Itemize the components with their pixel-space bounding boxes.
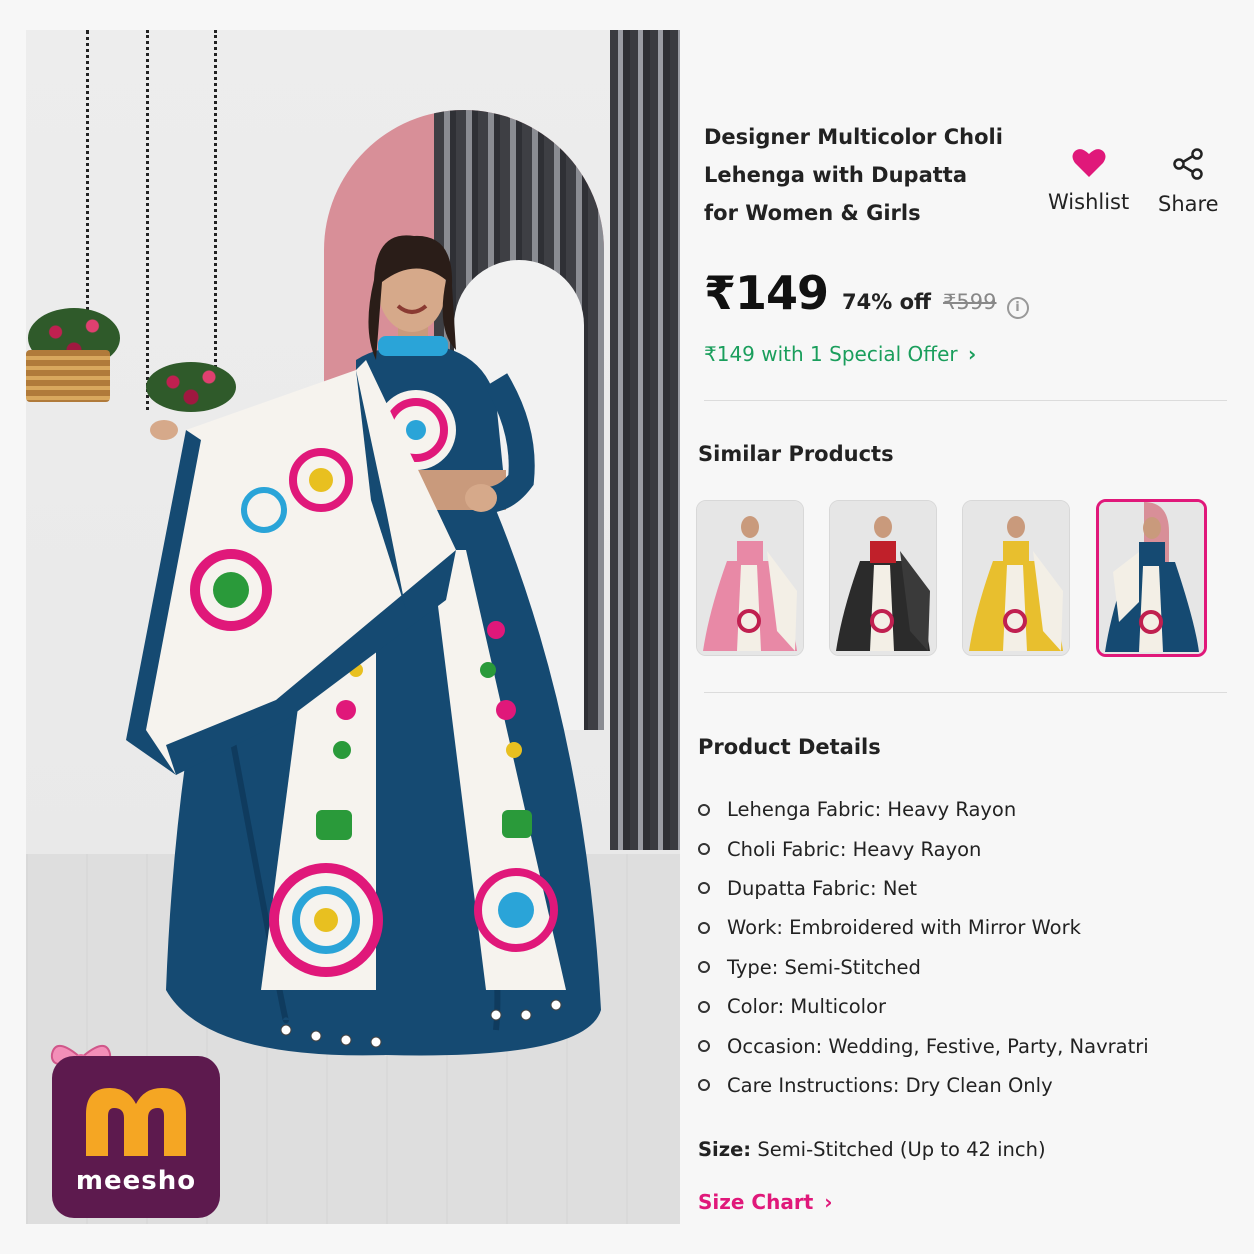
detail-text: Occasion: Wedding, Festive, Party, Navra… bbox=[727, 1034, 1149, 1058]
bullet-icon bbox=[698, 1040, 710, 1053]
bullet-icon bbox=[698, 1000, 710, 1013]
detail-text: Care Instructions: Dry Clean Only bbox=[727, 1073, 1053, 1097]
model-lehenga-illustration bbox=[126, 235, 601, 1056]
price-row: ₹149 74% off ₹599 i bbox=[704, 266, 1029, 320]
product-title: Designer Multicolor Choli Lehenga with D… bbox=[704, 118, 1004, 232]
share-label: Share bbox=[1158, 192, 1219, 216]
bullet-icon bbox=[698, 921, 710, 934]
brand-name: meesho bbox=[75, 1166, 197, 1196]
similar-product-thumb-blue-selected[interactable] bbox=[1096, 499, 1207, 657]
offer-text: ₹149 with 1 Special Offer bbox=[704, 342, 958, 366]
selling-price: ₹149 bbox=[704, 266, 829, 320]
chevron-right-icon: › bbox=[824, 1190, 833, 1214]
list-item: Dupatta Fabric: Net bbox=[698, 869, 1149, 908]
chevron-right-icon: › bbox=[967, 342, 977, 366]
detail-text: Lehenga Fabric: Heavy Rayon bbox=[727, 798, 1017, 822]
bullet-icon bbox=[698, 882, 710, 895]
title-line: for Women & Girls bbox=[704, 201, 921, 225]
list-item: Lehenga Fabric: Heavy Rayon bbox=[698, 790, 1149, 829]
wishlist-button[interactable]: Wishlist bbox=[1048, 148, 1129, 214]
bullet-icon bbox=[698, 843, 710, 856]
list-item: Care Instructions: Dry Clean Only bbox=[698, 1066, 1149, 1105]
meesho-m-icon bbox=[86, 1088, 186, 1156]
share-icon bbox=[1173, 148, 1204, 180]
detail-text: Dupatta Fabric: Net bbox=[727, 876, 918, 900]
detail-text: Type: Semi-Stitched bbox=[727, 955, 921, 979]
detail-text: Color: Multicolor bbox=[727, 995, 887, 1019]
share-button[interactable]: Share bbox=[1158, 148, 1219, 216]
list-item: Choli Fabric: Heavy Rayon bbox=[698, 829, 1149, 868]
list-item: Occasion: Wedding, Festive, Party, Navra… bbox=[698, 1026, 1149, 1065]
list-item: Color: Multicolor bbox=[698, 987, 1149, 1026]
size-info: Size: Semi-Stitched (Up to 42 inch) bbox=[698, 1138, 1046, 1161]
list-item: Work: Embroidered with Mirror Work bbox=[698, 908, 1149, 947]
bullet-icon bbox=[698, 961, 710, 974]
wishlist-label: Wishlist bbox=[1048, 190, 1130, 214]
detail-text: Choli Fabric: Heavy Rayon bbox=[727, 837, 982, 861]
divider bbox=[704, 692, 1227, 693]
size-label: Size: bbox=[698, 1138, 752, 1161]
title-line: Lehenga with Dupatta bbox=[704, 163, 968, 187]
heart-icon bbox=[1072, 149, 1106, 177]
similar-product-thumb-yellow[interactable] bbox=[962, 500, 1070, 656]
info-icon[interactable]: i bbox=[1006, 296, 1029, 319]
similar-products-heading: Similar Products bbox=[698, 442, 894, 466]
similar-product-thumb-pink[interactable] bbox=[696, 500, 804, 656]
product-details-list: Lehenga Fabric: Heavy Rayon Choli Fabric… bbox=[698, 790, 1149, 1105]
product-image[interactable] bbox=[26, 30, 680, 1224]
bullet-icon bbox=[698, 803, 710, 816]
meesho-logo: meesho bbox=[52, 1056, 220, 1218]
discount-percent: 74% off bbox=[842, 290, 932, 314]
detail-text: Work: Embroidered with Mirror Work bbox=[727, 916, 1081, 940]
size-value: Semi-Stitched (Up to 42 inch) bbox=[757, 1138, 1046, 1161]
list-item: Type: Semi-Stitched bbox=[698, 948, 1149, 987]
product-details-heading: Product Details bbox=[698, 735, 881, 759]
divider bbox=[704, 400, 1227, 401]
original-price: ₹599 bbox=[943, 290, 997, 314]
size-chart-link[interactable]: Size Chart › bbox=[698, 1190, 832, 1214]
similar-product-thumb-black[interactable] bbox=[829, 500, 937, 656]
bullet-icon bbox=[698, 1079, 710, 1092]
size-chart-label: Size Chart bbox=[698, 1190, 814, 1214]
special-offer-link[interactable]: ₹149 with 1 Special Offer › bbox=[704, 342, 976, 366]
title-line: Designer Multicolor Choli bbox=[704, 125, 1003, 149]
